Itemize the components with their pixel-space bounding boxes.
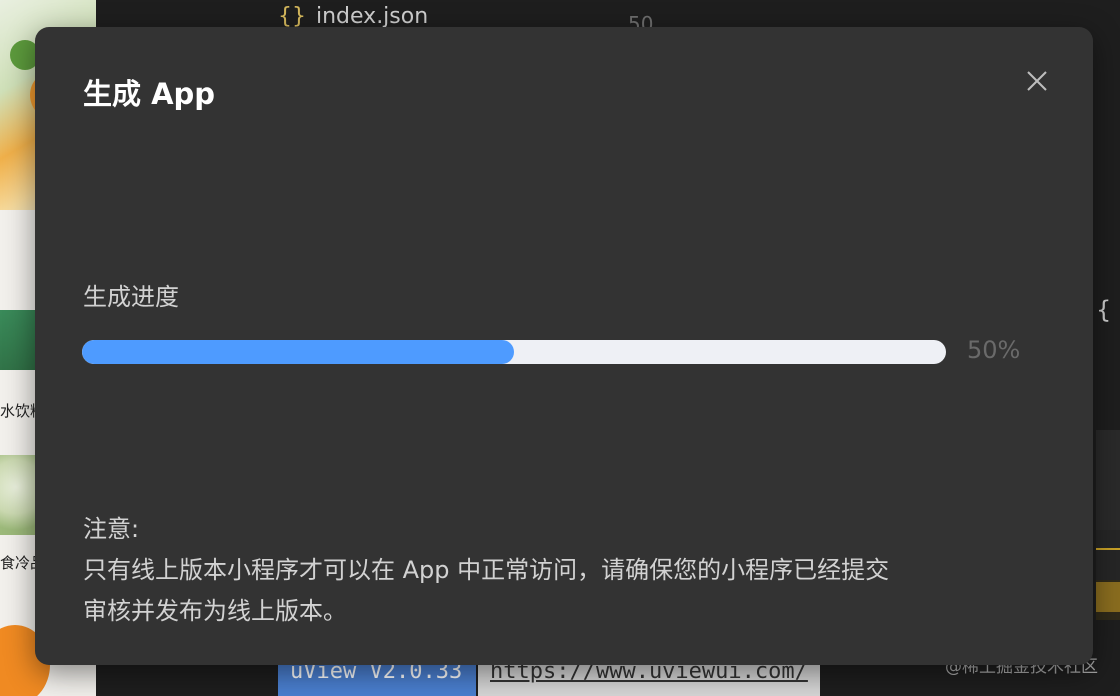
progress-percent: 50%: [967, 336, 1021, 364]
food-image: [0, 455, 40, 535]
category-label: 水饮料: [0, 402, 40, 420]
json-file-icon: {}: [278, 4, 306, 29]
category-label: 食冷品: [0, 554, 40, 572]
progress-label: 生成进度: [83, 283, 179, 311]
dialog-title: 生成 App: [83, 77, 216, 111]
generate-app-dialog: 生成 App 生成进度 50% 注意: 只有线上版本小程序才可以在 App 中正…: [35, 27, 1093, 665]
notice-text: 审核并发布为线上版本。: [83, 597, 347, 625]
code-token: {: [1096, 296, 1112, 324]
file-tree-item[interactable]: {} index.json: [278, 4, 428, 29]
editor-minimap: [1096, 430, 1120, 650]
notice: 注意: 只有线上版本小程序才可以在 App 中正常访问，请确保您的小程序已经提交…: [83, 509, 1043, 632]
progress-bar-fill: [82, 340, 514, 364]
file-name: index.json: [316, 4, 429, 29]
notice-heading: 注意:: [83, 515, 140, 543]
notice-text: 只有线上版本小程序才可以在 App 中正常访问，请确保您的小程序已经提交: [83, 556, 890, 584]
close-icon: [1027, 71, 1047, 91]
progress-bar: [82, 340, 946, 364]
food-image: [0, 310, 40, 370]
close-button[interactable]: [1021, 65, 1053, 97]
